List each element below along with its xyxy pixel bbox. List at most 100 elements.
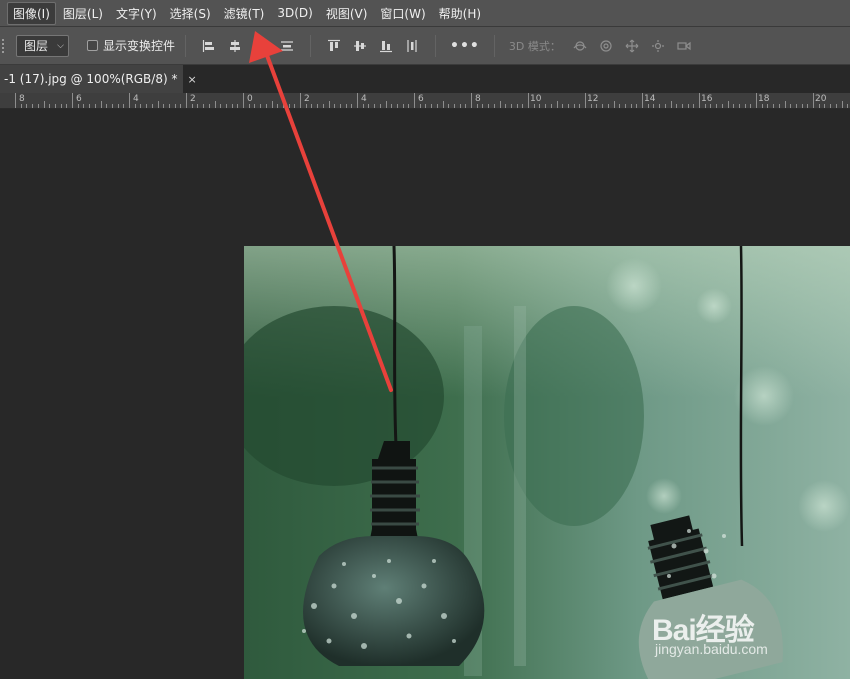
ruler-tick	[49, 104, 51, 108]
ruler-tick	[89, 104, 91, 108]
ruler-tick	[345, 104, 347, 108]
menu-filter[interactable]: 滤镜(T)	[218, 2, 271, 25]
ruler-tick	[465, 104, 467, 108]
close-icon[interactable]: ×	[187, 73, 196, 86]
ruler-tick	[357, 93, 358, 108]
pan-3d-icon[interactable]	[625, 39, 639, 53]
ruler-tick	[676, 104, 678, 108]
ruler-tick	[539, 104, 541, 108]
ruler-tick	[687, 104, 689, 108]
align-vertical-centers-icon[interactable]	[353, 39, 367, 53]
ruler-label: 2	[190, 94, 196, 104]
ruler-tick	[790, 104, 792, 108]
ruler-label: 8	[475, 94, 481, 104]
orbit-3d-icon[interactable]	[573, 39, 587, 53]
ruler-tick	[231, 104, 233, 108]
auto-select-target-dropdown[interactable]: 图层 ⌵	[16, 34, 69, 57]
align-bottom-edges-icon[interactable]	[379, 39, 393, 53]
ruler-label: 16	[701, 94, 713, 104]
ruler-label: 2	[304, 94, 310, 104]
ruler-tick	[619, 104, 621, 108]
menu-window[interactable]: 窗口(W)	[374, 2, 431, 25]
ruler-tick	[72, 93, 73, 108]
show-transform-controls-checkbox[interactable]	[87, 40, 98, 51]
chevron-down-icon: ⌵	[57, 40, 64, 51]
ruler-tick	[157, 101, 159, 108]
mode-3d-label: 3D 模式：	[508, 39, 561, 53]
slide-3d-icon[interactable]	[651, 39, 665, 53]
distribute-horizontal-centers-icon[interactable]	[405, 39, 419, 53]
menu-layer[interactable]: 图层(L)	[57, 2, 109, 25]
ruler-tick	[773, 104, 775, 108]
document-tabs: -1 (17).jpg @ 100%(RGB/8) * ×	[0, 65, 850, 93]
ruler-tick	[522, 104, 524, 108]
canvas-area[interactable]	[0, 109, 850, 679]
ruler-tick	[15, 93, 16, 108]
ruler-tick	[573, 104, 575, 108]
divider	[493, 34, 495, 57]
ruler-tick	[556, 101, 558, 108]
roll-3d-icon[interactable]	[599, 39, 613, 53]
align-right-edges-icon[interactable]	[254, 39, 268, 53]
align-horizontal-centers-icon[interactable]	[228, 39, 242, 53]
ruler-tick	[146, 104, 148, 108]
ruler-tick	[442, 101, 444, 108]
ruler-tick	[83, 104, 85, 108]
menu-bar: 图像(I) 图层(L) 文字(Y) 选择(S) 滤镜(T) 3D(D) 视图(V…	[0, 0, 850, 27]
ruler-tick	[408, 104, 410, 108]
ruler-tick	[453, 104, 455, 108]
menu-select[interactable]: 选择(S)	[164, 2, 217, 25]
ruler-tick	[721, 104, 723, 108]
ruler-tick	[795, 104, 797, 108]
menu-view[interactable]: 视图(V)	[320, 2, 374, 25]
ruler-tick	[186, 93, 187, 108]
ruler-tick	[647, 104, 649, 108]
align-left-edges-icon[interactable]	[202, 39, 216, 53]
ruler-label: 12	[587, 94, 599, 104]
distribute-vertical-centers-icon[interactable]	[280, 39, 294, 53]
menu-type[interactable]: 文字(Y)	[110, 2, 163, 25]
ruler-tick	[60, 104, 62, 108]
ruler-tick	[528, 93, 529, 108]
ruler-tick	[516, 104, 518, 108]
ruler-tick	[317, 104, 319, 108]
ruler-tick	[271, 101, 273, 108]
ruler-tick	[533, 104, 535, 108]
show-transform-controls-label: 显示变换控件	[103, 39, 176, 53]
options-grip[interactable]	[2, 38, 6, 53]
ruler-tick	[653, 104, 655, 108]
camera-3d-icon[interactable]	[677, 39, 691, 53]
ruler-tick	[419, 104, 421, 108]
ruler-tick	[351, 104, 353, 108]
ruler-label: 6	[418, 94, 424, 104]
divider	[185, 34, 187, 57]
ruler-tick	[414, 93, 415, 108]
horizontal-ruler[interactable]: 8 6 4 2 0 2 4 6 8 10 12 14 16 18 20	[0, 93, 850, 109]
ruler-tick	[847, 104, 849, 108]
more-options-button[interactable]: •••	[450, 38, 480, 54]
ruler-tick	[123, 104, 125, 108]
ruler-tick	[237, 104, 239, 108]
divider	[310, 34, 312, 57]
ruler-tick	[602, 104, 604, 108]
menu-3d[interactable]: 3D(D)	[271, 3, 318, 23]
ruler-label: 4	[133, 94, 139, 104]
ruler-tick	[129, 93, 130, 108]
ruler-tick	[590, 104, 592, 108]
ruler-tick	[727, 101, 729, 108]
ruler-tick	[699, 93, 700, 108]
ruler-tick	[750, 104, 752, 108]
show-transform-controls-toggle[interactable]: 显示变换控件	[87, 37, 175, 54]
menu-image[interactable]: 图像(I)	[7, 1, 56, 25]
menu-help[interactable]: 帮助(H)	[433, 2, 487, 25]
ruler-tick	[835, 104, 837, 108]
ruler-tick	[830, 104, 832, 108]
ruler-tick	[693, 104, 695, 108]
ruler-tick	[402, 104, 404, 108]
align-top-edges-icon[interactable]	[327, 39, 341, 53]
watermark-url: jingyan.baidu.com	[655, 641, 768, 657]
document-image[interactable]	[244, 246, 850, 679]
ruler-tick	[756, 93, 757, 108]
ruler-tick	[499, 101, 501, 108]
tab-document[interactable]: -1 (17).jpg @ 100%(RGB/8) * ×	[0, 65, 197, 93]
